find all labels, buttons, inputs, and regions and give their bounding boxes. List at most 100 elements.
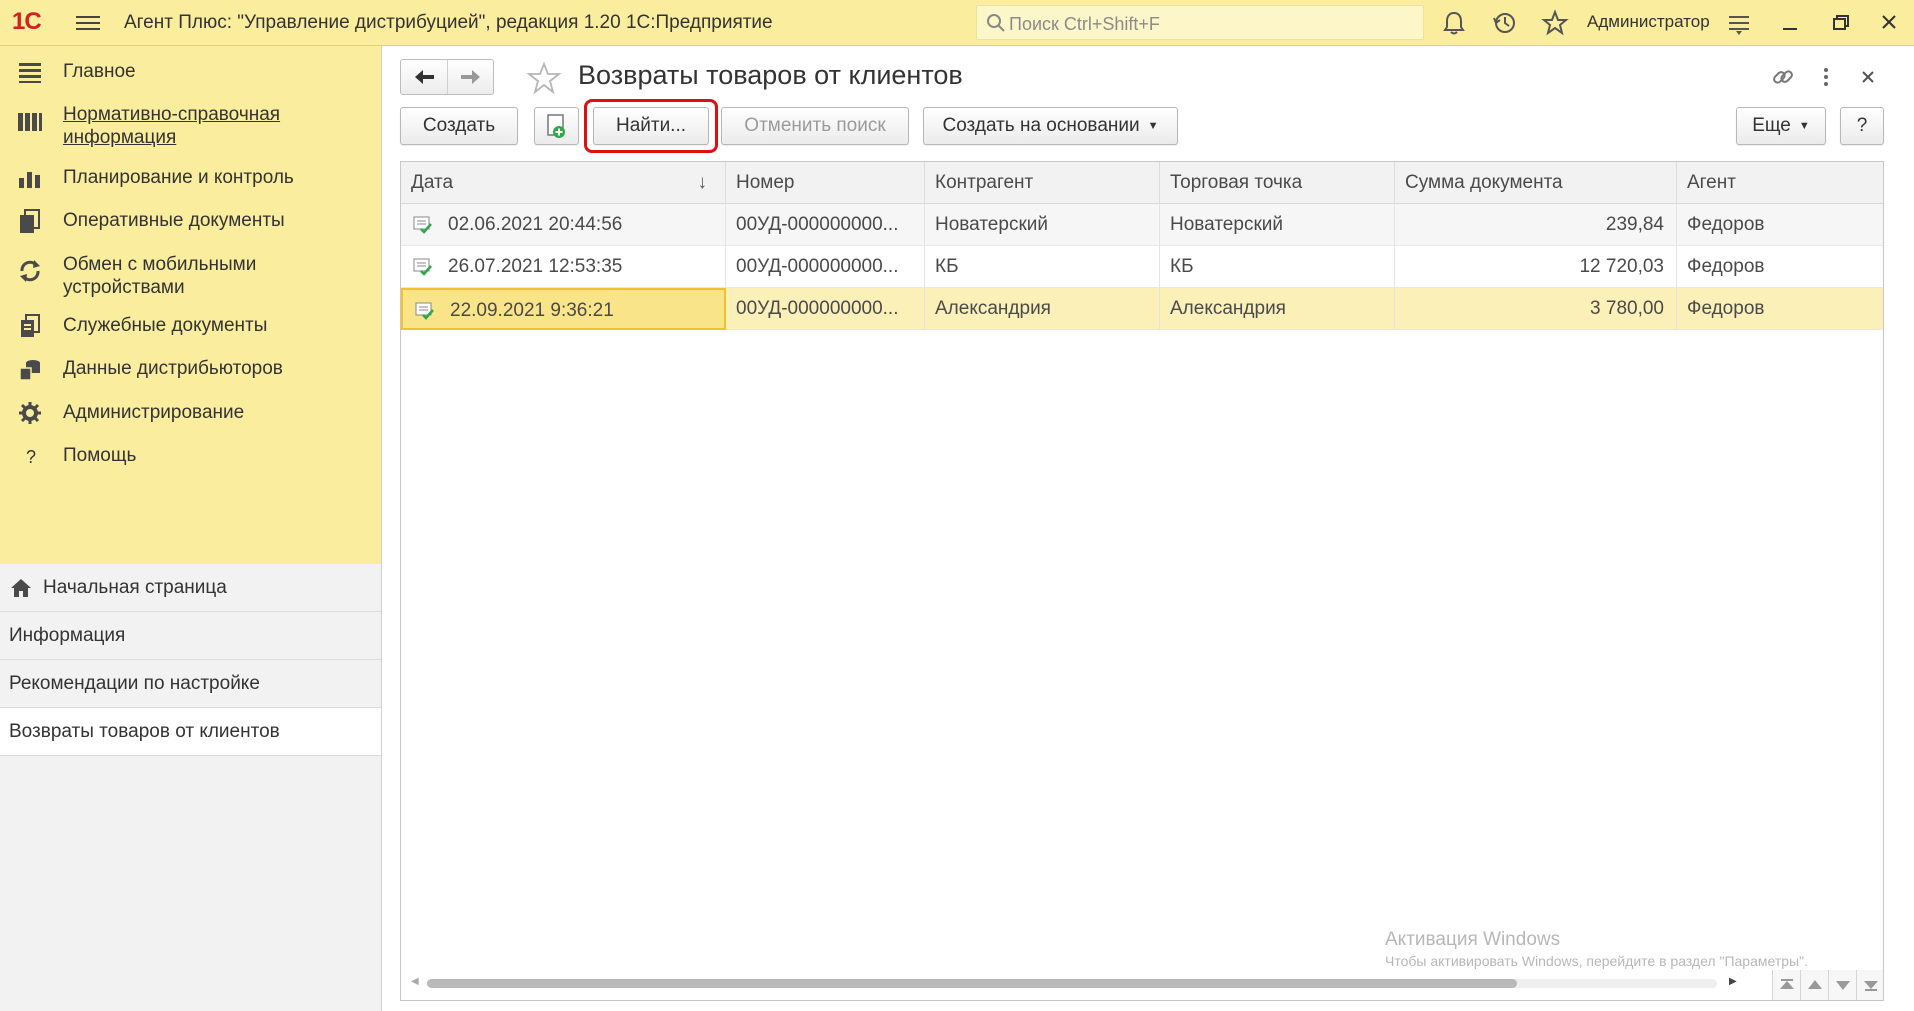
cell-counterparty: КБ — [925, 246, 1160, 288]
column-header-number[interactable]: Номер — [726, 162, 925, 204]
favorite-star-icon[interactable] — [526, 61, 562, 95]
dropdown-caret-icon: ▼ — [1798, 120, 1810, 132]
column-header-counterparty[interactable]: Контрагент — [925, 162, 1160, 204]
bell-icon[interactable] — [1439, 8, 1469, 38]
dropdown-caret-icon: ▼ — [1147, 120, 1159, 132]
main-menu-icon[interactable] — [76, 12, 100, 34]
title-bar: 1С Агент Плюс: "Управление дистрибуцией"… — [0, 0, 1914, 46]
create-based-on-button[interactable]: Создать на основании ▼ — [923, 107, 1178, 145]
sort-desc-icon: ↓ — [697, 172, 708, 193]
cell-date: 02.06.2021 20:44:56 — [401, 204, 726, 246]
table-row[interactable]: 26.07.2021 12:53:35 00УД-000000000... КБ… — [401, 246, 1883, 288]
add-copy-icon — [547, 114, 565, 138]
create-button[interactable]: Создать — [400, 107, 518, 145]
books-icon — [18, 113, 42, 131]
column-header-agent[interactable]: Агент — [1677, 162, 1883, 204]
close-window-icon[interactable] — [1875, 10, 1903, 36]
forward-button[interactable] — [447, 60, 493, 94]
table-row-selected[interactable]: 22.09.2021 9:36:21 00УД-000000000... Але… — [401, 288, 1883, 330]
date-text: 22.09.2021 9:36:21 — [450, 300, 614, 321]
cell-sum: 239,84 — [1395, 204, 1677, 246]
section-mobile-exchange[interactable]: Обмен с мобильными устройствами — [0, 245, 381, 301]
cell-outlet: КБ — [1160, 246, 1395, 288]
arrow-left-icon — [415, 70, 434, 84]
section-main[interactable]: Главное — [0, 52, 381, 92]
scroll-thumb[interactable] — [427, 979, 1517, 988]
open-window-returns[interactable]: Возвраты товаров от клиентов — [0, 708, 381, 756]
sidebar: Главное Нормативно-справочная информация… — [0, 46, 382, 1011]
cell-outlet: Новатерский — [1160, 204, 1395, 246]
documents-table[interactable]: Дата ↓ Номер Контрагент Торговая точка С… — [400, 161, 1884, 1001]
settings-menu-icon[interactable] — [1724, 8, 1754, 38]
down-icon — [1836, 981, 1850, 990]
open-window-recommendations[interactable]: Рекомендации по настройке — [0, 660, 381, 708]
section-label: Нормативно-справочная информация — [63, 104, 281, 148]
windows-activation-title: Активация Windows — [1385, 929, 1561, 950]
scroll-left-icon[interactable]: ◀ — [411, 976, 419, 987]
row-navigation — [1772, 970, 1883, 1000]
cancel-search-button[interactable]: Отменить поиск — [721, 107, 909, 145]
column-header-date[interactable]: Дата ↓ — [401, 162, 726, 204]
section-help[interactable]: ? Помощь — [0, 436, 381, 476]
open-window-label: Рекомендации по настройке — [9, 673, 260, 694]
cell-sum: 3 780,00 — [1395, 288, 1677, 330]
search-icon — [987, 14, 1005, 32]
next-row-button[interactable] — [1828, 970, 1856, 1000]
cell-outlet: Александрия — [1160, 288, 1395, 330]
posted-document-icon — [413, 258, 432, 276]
help-button[interactable]: ? — [1840, 107, 1884, 145]
last-row-button[interactable] — [1856, 970, 1883, 1000]
copy-button[interactable] — [534, 107, 579, 145]
favorites-star-icon[interactable] — [1540, 8, 1570, 38]
open-window-label: Информация — [9, 625, 126, 646]
posted-document-icon — [415, 302, 434, 320]
column-header-sum[interactable]: Сумма документа — [1395, 162, 1677, 204]
cell-counterparty: Новатерский — [925, 204, 1160, 246]
up-icon — [1808, 980, 1822, 989]
section-planning[interactable]: Планирование и контроль — [0, 158, 381, 198]
history-icon[interactable] — [1490, 8, 1520, 38]
search-input[interactable]: Поиск Ctrl+Shift+F — [976, 5, 1424, 40]
more-label: Еще — [1752, 115, 1791, 137]
open-window-label: Возвраты товаров от клиентов — [9, 721, 280, 742]
horizontal-scrollbar[interactable]: ◀ ▶ — [407, 974, 1747, 992]
open-window-home[interactable]: Начальная страница — [0, 564, 381, 612]
find-button-highlight — [584, 99, 718, 153]
home-icon — [11, 579, 31, 597]
restore-icon[interactable] — [1827, 10, 1855, 36]
more-button[interactable]: Еще ▼ — [1736, 107, 1826, 145]
first-row-button[interactable] — [1772, 970, 1800, 1000]
open-window-info[interactable]: Информация — [0, 612, 381, 660]
cell-number: 00УД-000000000... — [726, 288, 925, 330]
open-windows-list: Начальная страница Информация Рекомендац… — [0, 564, 381, 756]
distributor-icon — [19, 360, 40, 381]
section-label: Служебные документы — [63, 315, 268, 336]
prev-row-button[interactable] — [1800, 970, 1828, 1000]
current-user[interactable]: Администратор — [1587, 12, 1710, 32]
column-title: Дата — [411, 172, 454, 193]
section-administration[interactable]: Администрирование — [0, 393, 381, 433]
section-service-docs[interactable]: Служебные документы — [0, 306, 381, 346]
cell-number: 00УД-000000000... — [726, 246, 925, 288]
open-window-label: Начальная страница — [43, 577, 227, 598]
minimize-icon[interactable] — [1776, 10, 1804, 36]
to-last-icon — [1864, 981, 1878, 991]
section-operational-docs[interactable]: Оперативные документы — [0, 201, 381, 241]
sync-icon — [20, 260, 40, 282]
question-icon: ? — [26, 447, 36, 467]
more-vertical-icon[interactable] — [1811, 62, 1841, 92]
table-row[interactable]: 02.06.2021 20:44:56 00УД-000000000... Но… — [401, 204, 1883, 246]
scroll-right-icon[interactable]: ▶ — [1729, 976, 1737, 987]
back-button[interactable] — [401, 60, 447, 94]
table-header: Дата ↓ Номер Контрагент Торговая точка С… — [401, 162, 1883, 204]
section-label: Администрирование — [63, 402, 245, 423]
date-text: 26.07.2021 12:53:35 — [448, 256, 623, 277]
section-reference-info[interactable]: Нормативно-справочная информация — [0, 95, 381, 151]
section-label: Данные дистрибьюторов — [63, 358, 283, 379]
app-logo: 1С — [12, 8, 42, 35]
form-area: Возвраты товаров от клиентов Создать Най… — [383, 46, 1914, 1011]
column-header-outlet[interactable]: Торговая точка — [1160, 162, 1395, 204]
section-distributor-data[interactable]: Данные дистрибьюторов — [0, 349, 381, 389]
close-form-icon[interactable] — [1853, 62, 1883, 92]
link-icon[interactable] — [1768, 62, 1798, 92]
